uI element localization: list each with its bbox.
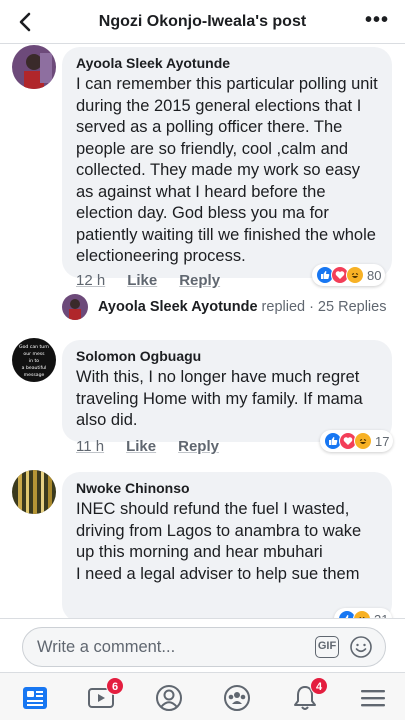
svg-text:a beautiful: a beautiful	[22, 365, 47, 371]
reaction-summary[interactable]: 21	[334, 608, 393, 618]
bottom-tab-bar: 6 4	[0, 672, 405, 720]
reply-count: · 25 Replies	[309, 299, 387, 315]
haha-reaction-icon	[346, 266, 364, 284]
avatar-image: God can turn our mess in to a beautiful …	[12, 338, 56, 382]
comment-composer: Write a comment... GIF	[0, 618, 405, 672]
view-replies-link[interactable]: Ayoola Sleek Ayotunde replied · 25 Repli…	[62, 294, 386, 320]
svg-text:message: message	[24, 373, 45, 378]
comment-placeholder: Write a comment...	[37, 638, 176, 656]
comments-feed[interactable]: Ayoola Sleek Ayotunde I can remember thi…	[0, 44, 405, 618]
news-feed-icon[interactable]	[20, 683, 50, 713]
reply-author: Ayoola Sleek Ayotunde	[98, 299, 258, 315]
page-title: Ngozi Okonjo-Iweala's post	[98, 13, 307, 30]
comment-text: With this, I no longer have much regret …	[76, 368, 363, 429]
comment-bubble: Nwoke Chinonso INEC should refund the fu…	[62, 472, 392, 618]
reaction-count: 80	[367, 267, 382, 283]
profile-icon[interactable]	[154, 683, 184, 713]
comment-bubble: Solomon Ogbuagu With this, I no longer h…	[62, 340, 392, 442]
groups-icon[interactable]	[222, 683, 252, 713]
watch-icon[interactable]: 6	[86, 677, 124, 713]
notifications-icon[interactable]: 4	[290, 677, 328, 713]
reaction-count: 17	[375, 433, 390, 449]
reaction-summary[interactable]: 80	[312, 264, 386, 286]
comment-author[interactable]: Solomon Ogbuagu	[76, 348, 378, 364]
reaction-summary[interactable]: 17	[320, 430, 394, 452]
svg-text:our mess: our mess	[23, 351, 45, 357]
comment-actions: 12 h Like Reply	[76, 272, 220, 289]
top-bar: Ngozi Okonjo-Iweala's post •••	[0, 0, 405, 44]
haha-reaction-icon	[354, 432, 372, 450]
reply-button[interactable]: Reply	[179, 272, 220, 289]
menu-icon[interactable]	[358, 683, 388, 713]
reply-action: replied	[261, 299, 306, 315]
emoji-icon[interactable]	[349, 635, 373, 659]
svg-text:in to: in to	[29, 358, 39, 364]
gif-button[interactable]: GIF	[315, 636, 339, 658]
haha-reaction-icon	[353, 610, 371, 618]
comment-author[interactable]: Nwoke Chinonso	[76, 480, 378, 496]
reply-avatar	[62, 294, 88, 320]
reply-button[interactable]: Reply	[178, 438, 219, 455]
avatar[interactable]	[12, 45, 56, 89]
comment-time[interactable]: 12 h	[76, 272, 105, 289]
comment-time[interactable]: 11 h	[76, 438, 104, 455]
like-button[interactable]: Like	[126, 438, 156, 455]
comment-actions: 11 h Like Reply	[76, 438, 219, 455]
comment-bubble: Ayoola Sleek Ayotunde I can remember thi…	[62, 47, 392, 278]
comment-author[interactable]: Ayoola Sleek Ayotunde	[76, 55, 378, 71]
avatar[interactable]	[12, 470, 56, 514]
notifications-badge: 4	[310, 677, 328, 695]
more-options-icon[interactable]: •••	[365, 10, 389, 30]
comment-text: INEC should refund the fuel I wasted, dr…	[76, 500, 362, 583]
comment-text: I can remember this particular polling u…	[76, 75, 378, 265]
watch-badge: 6	[106, 677, 124, 695]
avatar[interactable]: God can turn our mess in to a beautiful …	[12, 338, 56, 382]
like-button[interactable]: Like	[127, 272, 157, 289]
svg-text:God can turn: God can turn	[19, 344, 49, 350]
comment-input[interactable]: Write a comment... GIF	[22, 627, 386, 667]
